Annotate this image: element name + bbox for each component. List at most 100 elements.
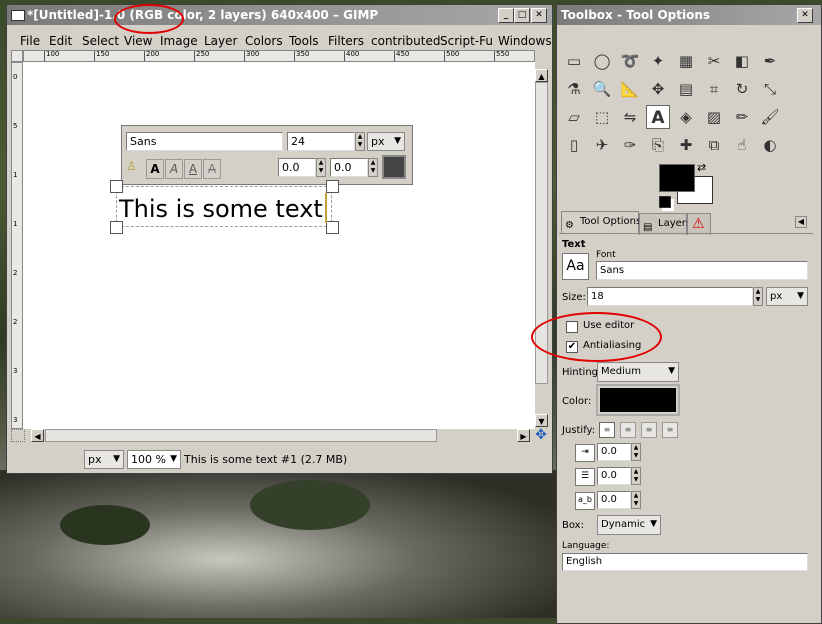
kerning-field[interactable]: 0.0 <box>330 158 368 177</box>
horizontal-scrollbar[interactable]: ◀ ▶ <box>27 429 535 442</box>
size-field[interactable]: 18 <box>587 287 753 306</box>
justify-fill-button[interactable]: ≡ <box>662 422 678 438</box>
strikethrough-icon[interactable]: A <box>203 159 221 179</box>
perspective-clone-icon[interactable]: ⧉ <box>702 133 726 157</box>
maximize-button[interactable]: □ <box>514 8 530 23</box>
menu-filters[interactable]: Filters <box>328 34 364 48</box>
scroll-down-button[interactable]: ▼ <box>535 414 548 427</box>
baseline-spinner[interactable]: ▲ ▼ <box>316 158 326 177</box>
rotate-icon[interactable]: ↻ <box>730 77 754 101</box>
status-unit-dropdown[interactable]: px ▼ <box>84 450 124 469</box>
toolbox-close-button[interactable]: ✕ <box>797 8 813 23</box>
scroll-right-button[interactable]: ▶ <box>517 429 530 442</box>
menu-tools[interactable]: Tools <box>289 34 319 48</box>
indent-spinner[interactable]: ▲ ▼ <box>631 443 641 461</box>
minimize-button[interactable]: _ <box>498 8 514 23</box>
tab-menu-arrow-icon[interactable]: ◀ <box>795 216 807 228</box>
justify-center-button[interactable]: ≡ <box>641 422 657 438</box>
flip-icon[interactable]: ⇋ <box>618 105 642 129</box>
text-font-field[interactable]: Sans <box>126 132 283 151</box>
letter-spacing-field[interactable]: 0.0 <box>597 491 631 509</box>
menu-script-fu[interactable]: Script-Fu <box>440 34 493 48</box>
indent-field[interactable]: 0.0 <box>597 443 631 461</box>
box-dropdown[interactable]: Dynamic ▼ <box>597 515 661 535</box>
line-spacing-field[interactable]: 0.0 <box>597 467 631 485</box>
paintbrush-icon[interactable]: 🖌 <box>758 105 782 129</box>
kerning-spinner[interactable]: ▲ ▼ <box>368 158 378 177</box>
text-color-button[interactable] <box>382 155 406 179</box>
letter-spacing-spinner[interactable]: ▲ ▼ <box>631 491 641 509</box>
default-colors-icon[interactable] <box>659 196 671 208</box>
ellipse-select-icon[interactable]: ◯ <box>590 49 614 73</box>
image-window-titlebar[interactable]: *[Untitled]-1.0 (RGB color, 2 layers) 64… <box>7 5 552 25</box>
blend-icon[interactable]: ▨ <box>702 105 726 129</box>
underline-icon[interactable]: A <box>184 159 202 179</box>
close-button[interactable]: ✕ <box>531 8 547 23</box>
hinting-dropdown[interactable]: Medium ▼ <box>597 362 679 382</box>
font-field[interactable]: Sans <box>596 261 808 280</box>
vertical-ruler[interactable]: 051122334 <box>11 62 23 429</box>
size-spinner[interactable]: ▲ ▼ <box>355 132 365 151</box>
zoom-dropdown[interactable]: 100 % ▼ <box>127 450 181 469</box>
image-canvas[interactable]: Sans 24 ▲ ▼ px ▼ ♙ A A A A 0.0 ▲ ▼ 0.0 ▲ ▼ T… <box>23 62 535 429</box>
bucket-fill-icon[interactable]: ◈ <box>674 105 698 129</box>
canvas-text[interactable]: This is some text <box>119 196 323 222</box>
menu-file[interactable]: File <box>20 34 40 48</box>
bold-icon[interactable]: A <box>146 159 164 179</box>
baseline-field[interactable]: 0.0 <box>278 158 316 177</box>
font-preview-button[interactable]: Aa <box>562 253 589 280</box>
clear-style-icon[interactable]: ♙ <box>126 159 142 177</box>
measure-icon[interactable]: 📐 <box>618 77 642 101</box>
text-size-field[interactable]: 24 <box>287 132 355 151</box>
swap-colors-icon[interactable]: ⇄ <box>697 161 706 174</box>
text-box-handle-bottom-right[interactable] <box>326 221 339 234</box>
line-spacing-spinner[interactable]: ▲ ▼ <box>631 467 641 485</box>
paths-icon[interactable]: ✒ <box>758 49 782 73</box>
fuzzy-select-icon[interactable]: ✦ <box>646 49 670 73</box>
justify-left-button[interactable]: ≡ <box>599 422 615 438</box>
eraser-icon[interactable]: ▯ <box>562 133 586 157</box>
shear-icon[interactable]: ▱ <box>562 105 586 129</box>
menu-select[interactable]: Select <box>82 34 119 48</box>
tab-warning[interactable]: ⚠ <box>687 213 711 235</box>
horizontal-ruler[interactable]: 100 150 200 250 300 350 400 450 500 550 <box>23 50 535 62</box>
language-field[interactable]: English <box>562 553 808 571</box>
justify-right-button[interactable]: ≡ <box>620 422 636 438</box>
foreground-color-swatch[interactable] <box>659 164 695 192</box>
smudge-icon[interactable]: ☝ <box>730 133 754 157</box>
ruler-corner[interactable] <box>11 50 23 62</box>
align-icon[interactable]: ▤ <box>674 77 698 101</box>
text-box-handle-top-left[interactable] <box>110 180 123 193</box>
ink-icon[interactable]: ✑ <box>618 133 642 157</box>
menu-edit[interactable]: Edit <box>49 34 72 48</box>
dodge-burn-icon[interactable]: ◐ <box>758 133 782 157</box>
italic-icon[interactable]: A <box>165 159 183 179</box>
pencil-icon[interactable]: ✏ <box>730 105 754 129</box>
quickmask-toggle[interactable] <box>11 429 25 442</box>
scroll-left-button[interactable]: ◀ <box>31 429 44 442</box>
text-unit-dropdown[interactable]: px ▼ <box>367 132 405 151</box>
heal-icon[interactable]: ✚ <box>674 133 698 157</box>
menu-colors[interactable]: Colors <box>245 34 283 48</box>
scale-icon[interactable]: ⤡ <box>758 77 782 101</box>
crop-icon[interactable]: ⌗ <box>702 77 726 101</box>
text-icon[interactable]: A <box>646 105 670 129</box>
color-picker-icon[interactable]: ⚗ <box>562 77 586 101</box>
horizontal-scroll-thumb[interactable] <box>45 429 437 442</box>
zoom-icon[interactable]: 🔍 <box>590 77 614 101</box>
menu-contributed[interactable]: contributed <box>371 34 440 48</box>
text-color-button[interactable] <box>596 384 680 416</box>
vertical-scrollbar[interactable]: ▲ ▼ <box>535 50 548 429</box>
foreground-select-icon[interactable]: ◧ <box>730 49 754 73</box>
menu-image[interactable]: Image <box>160 34 198 48</box>
move-icon[interactable]: ✥ <box>646 77 670 101</box>
navigate-icon[interactable]: ✥ <box>534 427 548 443</box>
clone-icon[interactable]: ⎘ <box>646 133 670 157</box>
scissors-icon[interactable]: ✂ <box>702 49 726 73</box>
perspective-icon[interactable]: ⬚ <box>590 105 614 129</box>
airbrush-icon[interactable]: ✈ <box>590 133 614 157</box>
free-select-icon[interactable]: ➰ <box>618 49 642 73</box>
tab-tool-options[interactable]: ⚙ Tool Options <box>561 211 641 233</box>
text-box-handle-top-right[interactable] <box>326 180 339 193</box>
menu-layer[interactable]: Layer <box>204 34 237 48</box>
